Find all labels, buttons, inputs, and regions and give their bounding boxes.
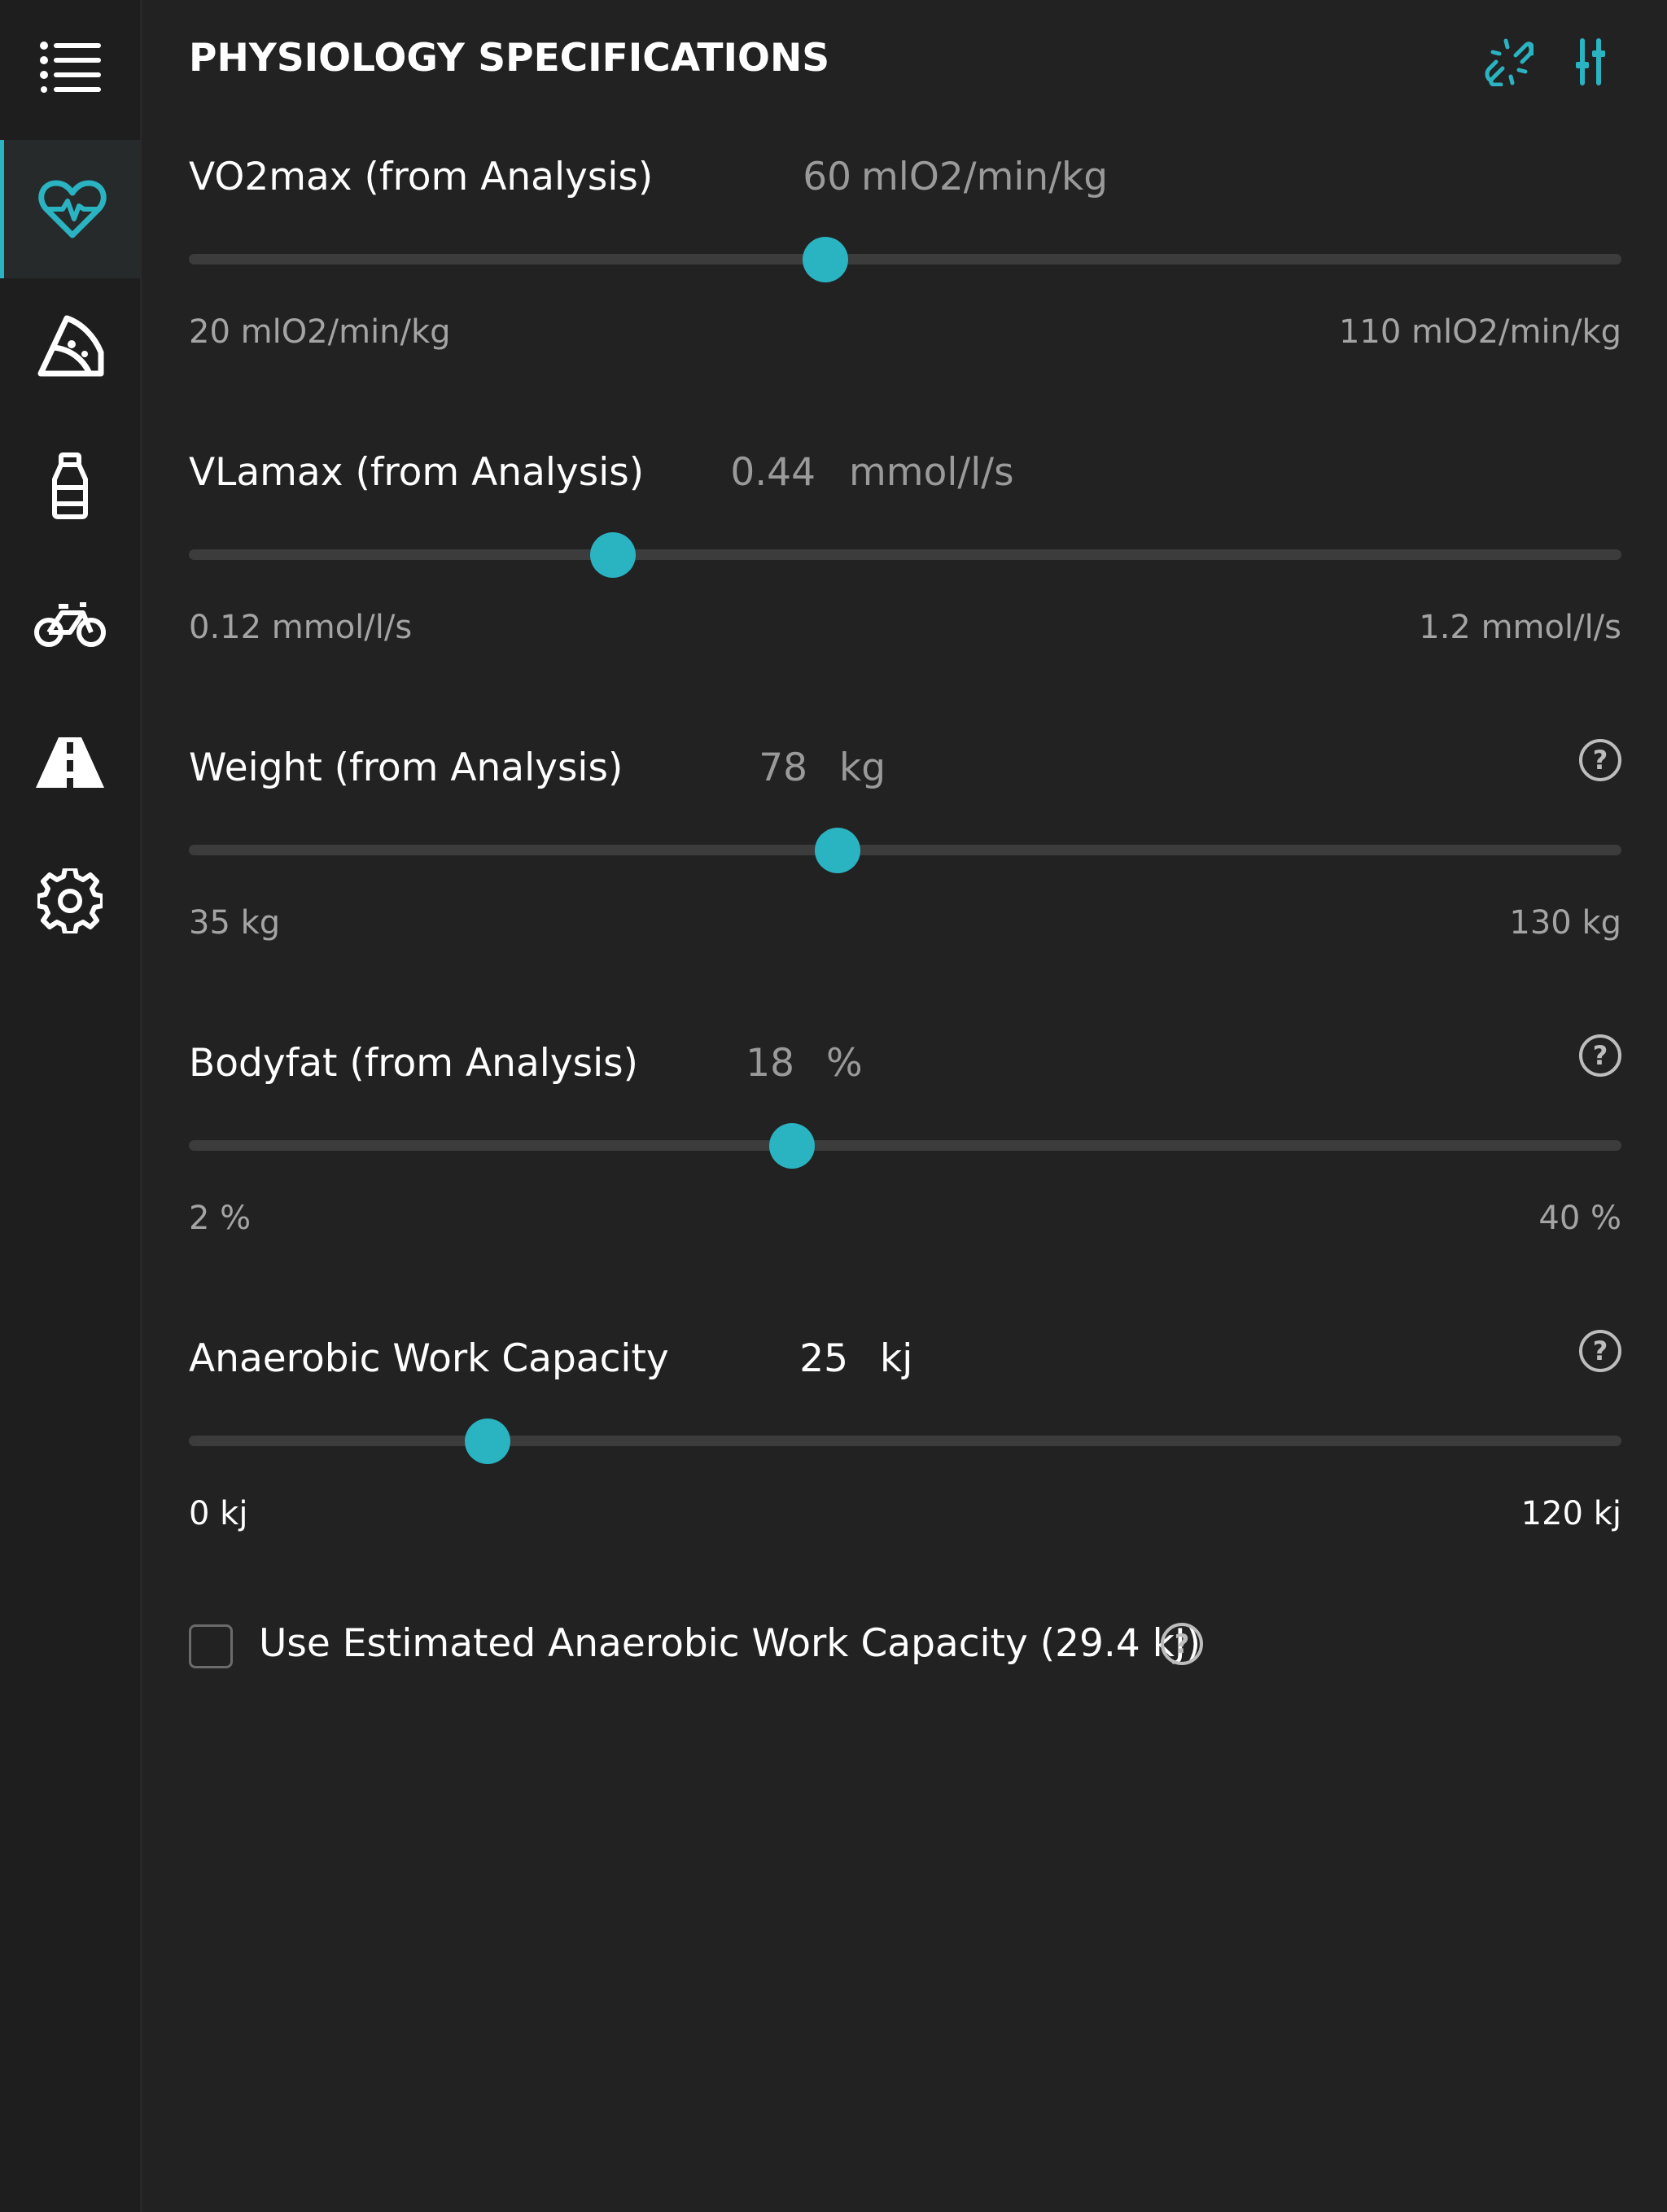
- road-icon: [34, 736, 106, 789]
- slider-value[interactable]: 25: [685, 1336, 848, 1381]
- slider-label: VLamax (from Analysis): [189, 450, 645, 495]
- help-icon[interactable]: ?: [1579, 739, 1621, 781]
- sidebar-item-course[interactable]: [0, 693, 140, 832]
- heart-pulse-icon: [37, 178, 107, 240]
- slider-value[interactable]: 0.44: [653, 450, 816, 495]
- slider-vlamax: VLamax (from Analysis) 0.44 mmol/l/s 0.1…: [189, 450, 1621, 710]
- slider-unit: kj: [880, 1336, 913, 1381]
- slider-thumb[interactable]: [590, 532, 637, 578]
- pizza-icon: [36, 313, 104, 382]
- unlink-icon: [1485, 37, 1534, 90]
- slider-min-label: 0 kj: [189, 1495, 248, 1532]
- adjust-button[interactable]: [1564, 37, 1617, 90]
- slider-track[interactable]: [189, 1140, 1621, 1151]
- estimated-awc-checkbox[interactable]: [189, 1624, 233, 1668]
- sidebar-item-settings[interactable]: [0, 832, 140, 970]
- slider-label: Weight (from Analysis): [189, 745, 623, 790]
- slider-min-label: 2 %: [189, 1200, 252, 1237]
- slider-value[interactable]: 18: [632, 1041, 794, 1086]
- slider-track[interactable]: [189, 549, 1621, 560]
- help-icon[interactable]: ?: [1579, 1330, 1621, 1372]
- slider-label: VO2max (from Analysis): [189, 155, 654, 199]
- slider-min-label: 0.12 mmol/l/s: [189, 609, 413, 646]
- sidebar-item-bike[interactable]: [0, 555, 140, 693]
- slider-label: Bodyfat (from Analysis): [189, 1041, 638, 1086]
- slider-min-label: 20 mlO2/min/kg: [189, 313, 451, 351]
- slider-label: Anaerobic Work Capacity: [189, 1336, 669, 1381]
- slider-value[interactable]: 78: [645, 745, 807, 790]
- menu-icon: [39, 41, 101, 96]
- estimated-awc-label[interactable]: Use Estimated Anaerobic Work Capacity (2…: [259, 1621, 1201, 1666]
- slider-max-label: 130 kg: [1509, 904, 1621, 942]
- slider-track[interactable]: [189, 1436, 1621, 1446]
- slider-track[interactable]: [189, 254, 1621, 264]
- slider-min-label: 35 kg: [189, 904, 281, 942]
- app: PHYSIOLOGY SPECIFICATIONS VO2max (from A…: [0, 0, 1667, 2212]
- sidebar-item-drink[interactable]: [0, 417, 140, 555]
- slider-value[interactable]: 60: [689, 155, 851, 199]
- menu-button[interactable]: [0, 0, 140, 137]
- slider-unit: %: [826, 1041, 863, 1086]
- slider-thumb[interactable]: [464, 1419, 510, 1464]
- slider-track[interactable]: [189, 845, 1621, 855]
- slider-awc: Anaerobic Work Capacity 25 kj ? 0 kj 120…: [189, 1330, 1621, 1597]
- slider-thumb[interactable]: [803, 237, 849, 282]
- sliders-icon: [1574, 37, 1607, 90]
- sidebar-item-physiology[interactable]: [0, 140, 140, 278]
- slider-max-label: 120 kj: [1520, 1495, 1621, 1532]
- bottle-icon: [50, 452, 90, 520]
- bicycle-icon: [34, 600, 106, 649]
- estimated-awc-option: Use Estimated Anaerobic Work Capacity (2…: [189, 1620, 1621, 1676]
- page-title: PHYSIOLOGY SPECIFICATIONS: [189, 36, 830, 81]
- slider-thumb[interactable]: [769, 1123, 816, 1169]
- help-icon[interactable]: ?: [1579, 1034, 1621, 1077]
- sidebar-item-nutrition[interactable]: [0, 278, 140, 417]
- gear-icon: [37, 868, 103, 933]
- slider-thumb[interactable]: [814, 828, 860, 873]
- slider-max-label: 110 mlO2/min/kg: [1338, 313, 1621, 351]
- slider-unit: mlO2/min/kg: [861, 155, 1109, 199]
- slider-unit: kg: [839, 745, 886, 790]
- sidebar: [0, 0, 142, 2212]
- slider-weight: Weight (from Analysis) 78 kg ? 35 kg 130…: [189, 739, 1621, 1006]
- slider-max-label: 1.2 mmol/l/s: [1419, 609, 1621, 646]
- slider-unit: mmol/l/s: [849, 450, 1014, 495]
- help-icon[interactable]: ?: [1161, 1623, 1203, 1665]
- unlink-button[interactable]: [1483, 37, 1535, 90]
- slider-vo2max: VO2max (from Analysis) 60 mlO2/min/kg 20…: [189, 155, 1621, 415]
- slider-bodyfat: Bodyfat (from Analysis) 18 % ? 2 % 40 %: [189, 1034, 1621, 1301]
- slider-max-label: 40 %: [1538, 1200, 1621, 1237]
